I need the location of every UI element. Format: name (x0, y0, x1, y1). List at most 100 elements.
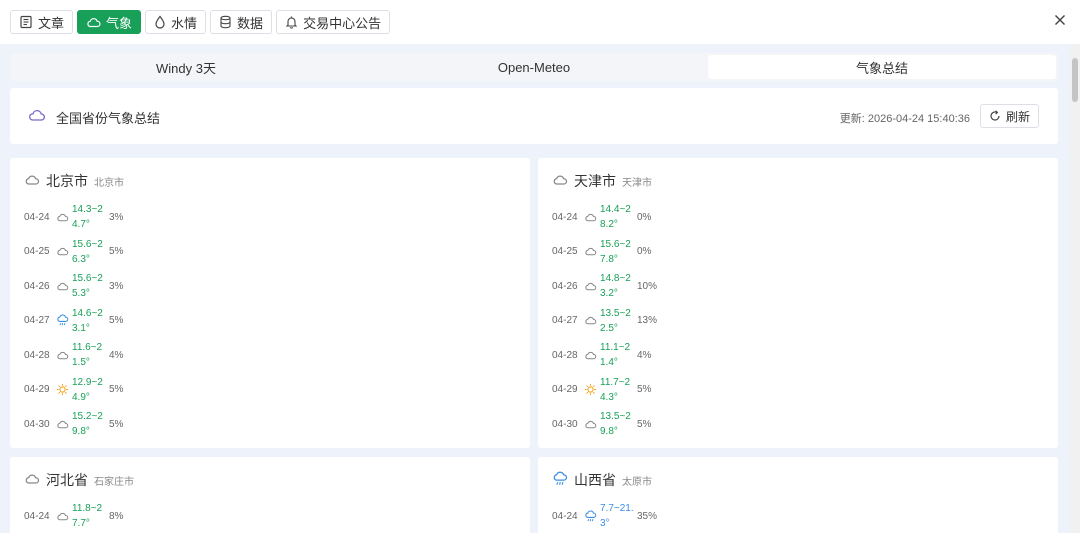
tab-label: 文章 (38, 15, 65, 31)
scrollbar-thumb[interactable] (1072, 58, 1078, 102)
forecast-weather-icon (584, 314, 600, 327)
rain-cloud-icon (553, 471, 568, 485)
precipitation-percent: 0% (637, 246, 652, 258)
precipitation-percent: 0% (637, 211, 652, 223)
forecast-weather-icon (56, 383, 72, 396)
card-weather-icon (24, 469, 46, 490)
forecast-weather-icon (56, 211, 72, 224)
forecast-weather-icon (584, 280, 600, 293)
segment-open-meteo[interactable]: Open-Meteo (360, 55, 708, 79)
sun-icon (56, 384, 69, 396)
cloud-icon (25, 175, 40, 185)
forecast-row: 04-24 14.4~28.2° 0% (552, 200, 657, 235)
city-name: 石家庄市 (94, 477, 134, 488)
temperature-range: 11.6~21.5° (72, 342, 103, 369)
forecast-date: 04-30 (24, 418, 50, 430)
precipitation-percent: 5% (637, 384, 652, 396)
forecast-row: 04-24 7.7~21.3° 35% (552, 499, 657, 534)
precipitation-percent: 5% (109, 384, 124, 396)
forecast-date: 04-26 (552, 280, 578, 292)
forecast-list: 04-24 14.3~24.7° 3% 04-25 15.6~26.3° 5% 04-26 1… (24, 200, 123, 442)
updated-timestamp: 更新: 2026-04-24 15:40:36 (839, 113, 970, 125)
province-card: 北京市 北京市 04-24 14.3~24.7° 3% 04-25 15.6~26.3°… (10, 158, 530, 448)
province-name: 北京市 (46, 173, 88, 189)
rain-cloud-icon (57, 314, 69, 326)
forecast-weather-icon (584, 211, 600, 224)
temperature-range: 14.8~23.2° (600, 273, 631, 300)
tab-data[interactable]: 数据 (210, 10, 273, 34)
database-icon (220, 15, 231, 29)
scrollbar-track[interactable] (1070, 44, 1080, 533)
refresh-button[interactable]: 刷新 (980, 104, 1039, 128)
document-icon (20, 15, 32, 29)
cloud-icon (585, 213, 597, 222)
segment-windy[interactable]: Windy 3天 (12, 55, 360, 79)
temperature-range: 15.2~29.8° (72, 411, 103, 438)
forecast-row: 04-27 13.5~22.5° 13% (552, 304, 657, 339)
top-toolbar: 文章 气象 水情 数据 交易中心公告 (0, 0, 1080, 44)
cloud-icon (585, 317, 597, 325)
tab-label: 水情 (171, 15, 198, 31)
city-name: 天津市 (622, 178, 652, 189)
cloud-icon (25, 474, 40, 484)
forecast-date: 04-28 (552, 349, 578, 361)
precipitation-percent: 5% (109, 418, 124, 430)
temperature-range: 15.6~26.3° (72, 238, 103, 265)
forecast-date: 04-27 (24, 315, 50, 327)
forecast-row: 04-27 14.6~23.1° 5% (24, 304, 123, 339)
cloud-icon (29, 110, 45, 121)
forecast-date: 04-26 (24, 280, 50, 292)
precipitation-percent: 5% (109, 246, 124, 258)
segment-weather-summary[interactable]: 气象总结 (708, 55, 1056, 79)
temperature-range: 11.8~27.7° (72, 503, 103, 530)
source-segmented-control: Windy 3天 Open-Meteo 气象总结 (10, 53, 1058, 81)
forecast-row: 04-29 12.9~24.9° 5% (24, 373, 123, 408)
tab-water[interactable]: 水情 (145, 10, 207, 34)
precipitation-percent: 10% (637, 280, 658, 292)
weather-panel: Windy 3天 Open-Meteo 气象总结 全国省份气象总结 更新: 20… (0, 44, 1080, 557)
temperature-range: 13.5~29.8° (600, 411, 631, 438)
temperature-range: 15.6~25.3° (72, 273, 103, 300)
cloud-icon (57, 512, 69, 521)
close-icon[interactable] (1052, 12, 1068, 28)
forecast-weather-icon (584, 349, 600, 362)
tab-label: 气象 (106, 15, 133, 31)
tab-exchange-notices[interactable]: 交易中心公告 (276, 10, 391, 34)
province-card: 天津市 天津市 04-24 14.4~28.2° 0% 04-25 15.6~27.8°… (538, 158, 1058, 448)
rain-cloud-icon (585, 510, 597, 522)
bell-icon (285, 16, 298, 29)
forecast-weather-icon (56, 349, 72, 362)
province-card: 河北省 石家庄市 04-24 11.8~27.7° 8% (10, 457, 530, 557)
cloud-icon (585, 282, 597, 291)
tab-label: 交易中心公告 (303, 15, 382, 31)
water-drop-icon (155, 15, 165, 29)
cloud-icon (57, 248, 69, 256)
temperature-range: 7.7~21.3° (600, 503, 634, 530)
temperature-range: 13.5~22.5° (600, 307, 631, 334)
forecast-weather-icon (584, 510, 600, 523)
cloud-icon (585, 420, 597, 429)
temperature-range: 15.6~27.8° (600, 238, 631, 265)
forecast-row: 04-30 15.2~29.8° 5% (24, 407, 123, 442)
card-weather-icon (24, 170, 46, 191)
forecast-list: 04-24 14.4~28.2° 0% 04-25 15.6~27.8° 0% 04-26 1… (552, 200, 657, 442)
forecast-date: 04-30 (552, 418, 578, 430)
province-card: 山西省 太原市 04-24 7.7~21.3° 35% (538, 457, 1058, 557)
precipitation-percent: 5% (109, 315, 124, 327)
cloud-icon (57, 351, 69, 360)
tab-articles[interactable]: 文章 (10, 10, 74, 34)
temperature-range: 12.9~24.9° (72, 376, 103, 403)
forecast-row: 04-29 11.7~24.3° 5% (552, 373, 657, 408)
forecast-weather-icon (56, 245, 72, 258)
forecast-list: 04-24 7.7~21.3° 35% (552, 499, 657, 534)
forecast-date: 04-25 (552, 246, 578, 258)
precipitation-percent: 8% (109, 510, 124, 522)
temperature-range: 11.1~21.4° (600, 342, 631, 369)
precipitation-percent: 4% (637, 349, 652, 361)
forecast-date: 04-24 (552, 211, 578, 223)
cloud-icon (57, 213, 69, 222)
cloud-icon (57, 282, 69, 291)
tab-weather[interactable]: 气象 (77, 10, 142, 34)
temperature-range: 14.6~23.1° (72, 307, 103, 334)
temperature-range: 14.4~28.2° (600, 204, 631, 231)
